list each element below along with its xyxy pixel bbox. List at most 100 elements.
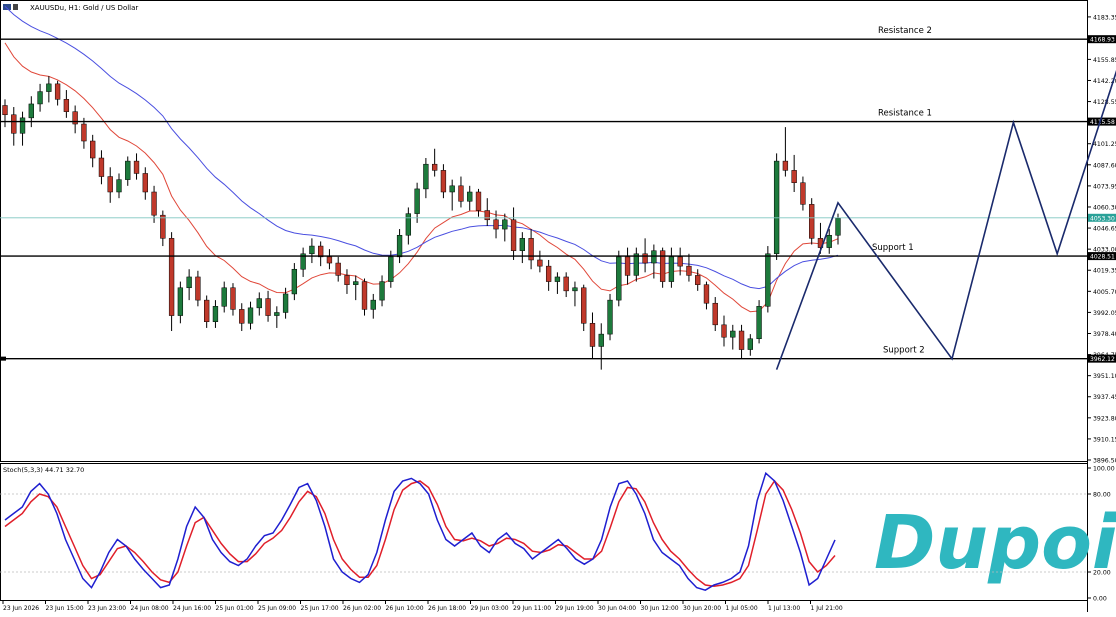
candle-body xyxy=(589,323,596,347)
candle xyxy=(607,293,613,341)
price-tick-label: 4155.85 xyxy=(1093,57,1116,64)
stoch-title: Stoch(5,3,3) 44.71 32.70 xyxy=(3,466,84,474)
candle-body xyxy=(598,333,604,347)
level-price-tag-text: 4028.51 xyxy=(1090,254,1115,261)
candle-body xyxy=(344,275,350,285)
candle-body xyxy=(782,160,789,171)
candle-body xyxy=(572,287,578,292)
candle-body xyxy=(431,163,438,171)
candle-body xyxy=(19,117,26,134)
time-label: 23 Jun 23:00 xyxy=(88,605,126,612)
candle-body xyxy=(440,170,447,193)
candle-body xyxy=(177,287,184,316)
chart-area[interactable]: XAUUSDu, H1: Gold / US Dollar Stoch(5,3,… xyxy=(0,0,1116,612)
candle-body xyxy=(423,163,429,190)
candle-body xyxy=(703,284,710,304)
candle-body xyxy=(686,265,692,276)
price-tick-label: 4128.55 xyxy=(1093,99,1116,106)
candle-body xyxy=(458,185,464,202)
candle-body xyxy=(712,302,718,326)
candle-body xyxy=(659,250,666,282)
candle-body xyxy=(405,213,412,236)
candle-body xyxy=(414,188,420,214)
candle-body xyxy=(186,276,192,289)
time-label: 26 Jun 10:00 xyxy=(386,605,424,612)
price-tick-label: 4019.35 xyxy=(1093,268,1116,275)
candle-body xyxy=(484,210,490,221)
candle-body xyxy=(730,330,736,338)
candle-body xyxy=(765,253,771,307)
time-label: 1 Jul 05:00 xyxy=(726,605,758,612)
candle-body xyxy=(46,83,52,92)
candle-body xyxy=(54,83,61,100)
price-tick-label: 3910.15 xyxy=(1093,436,1116,443)
candle-body xyxy=(353,281,359,285)
candle-body xyxy=(265,298,271,316)
price-tick-label: 4046.65 xyxy=(1093,226,1116,233)
price-tick-label: 3923.80 xyxy=(1093,415,1116,422)
price-tick-label: 3896.50 xyxy=(1093,458,1116,465)
level-label: Support 1 xyxy=(872,243,914,253)
candle-body xyxy=(309,245,315,255)
candle xyxy=(659,247,666,288)
time-label: 30 Jun 20:00 xyxy=(683,605,721,612)
candle-body xyxy=(212,306,219,323)
time-label: 29 Jun 11:00 xyxy=(513,605,551,612)
price-tick-label: 3937.45 xyxy=(1093,394,1116,401)
price-tick-label: 4101.25 xyxy=(1093,141,1116,148)
candle-body xyxy=(396,234,403,258)
candle-body xyxy=(545,265,552,282)
time-label: 26 Jun 18:00 xyxy=(428,605,466,612)
candle-body xyxy=(335,262,341,276)
symbol-title: XAUUSDu, H1: Gold / US Dollar xyxy=(30,4,138,12)
time-label: 23 Jun 2026 xyxy=(3,605,39,612)
price-tick-label: 4073.95 xyxy=(1093,183,1116,190)
candle-body xyxy=(563,276,569,292)
candle-body xyxy=(370,299,376,310)
candle-body xyxy=(695,275,701,285)
candle-body xyxy=(519,238,525,251)
price-tick-label: 3978.40 xyxy=(1093,331,1116,338)
candle-body xyxy=(747,338,753,350)
candle-body xyxy=(493,219,499,230)
candle-body xyxy=(537,259,543,267)
candle-body xyxy=(247,307,254,324)
candle-body xyxy=(107,176,113,193)
candle-body xyxy=(651,250,657,264)
candle-body xyxy=(37,91,43,105)
candle-body xyxy=(133,160,140,174)
level-price-tag-text: 4115.58 xyxy=(1090,119,1115,126)
time-label: 24 Jun 16:00 xyxy=(173,605,211,612)
stoch-tick-label: 80.00 xyxy=(1093,492,1111,499)
candle xyxy=(809,198,815,245)
candle-body xyxy=(326,256,333,264)
candle-body xyxy=(800,182,806,205)
candle-body xyxy=(361,281,368,310)
candle-body xyxy=(90,140,96,159)
current-price-tag-text: 4053.30 xyxy=(1090,215,1115,222)
candle-body xyxy=(11,114,17,134)
stoch-tick-label: 20.00 xyxy=(1093,570,1111,577)
chart-svg: XAUUSDu, H1: Gold / US Dollar Stoch(5,3,… xyxy=(0,0,1116,612)
time-label: 1 Jul 13:00 xyxy=(768,605,800,612)
candle-body xyxy=(677,256,683,267)
candle-body xyxy=(624,256,631,276)
time-label: 25 Jun 01:00 xyxy=(216,605,254,612)
candle-body xyxy=(291,268,298,295)
candle-body xyxy=(160,214,166,239)
time-label: 30 Jun 04:00 xyxy=(598,605,636,612)
candle-body xyxy=(475,191,482,211)
price-tick-label: 4005.70 xyxy=(1093,289,1116,296)
time-label: 29 Jun 03:00 xyxy=(471,605,509,612)
candle-body xyxy=(826,234,832,248)
candle-body xyxy=(467,191,473,202)
dupoin-logo: Dupoin xyxy=(874,500,1116,586)
time-label: 25 Jun 09:00 xyxy=(258,605,296,612)
candle-body xyxy=(738,330,745,350)
candle-body xyxy=(63,99,70,112)
candle-body xyxy=(510,219,517,251)
candle-body xyxy=(633,253,639,276)
candle-body xyxy=(230,287,236,310)
level-price-tag-text: 4168.93 xyxy=(1090,37,1115,44)
candle-body xyxy=(502,219,508,230)
